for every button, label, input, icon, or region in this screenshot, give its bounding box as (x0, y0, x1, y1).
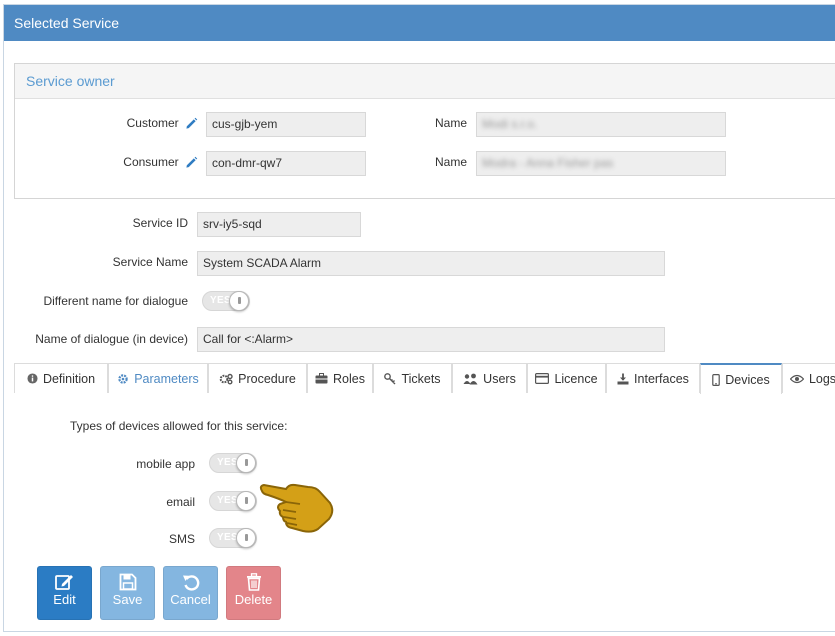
key-icon (384, 372, 396, 384)
edit-button-label: Edit (53, 592, 76, 607)
tab-label: Interfaces (634, 371, 689, 386)
customer-name-field[interactable]: Modi s.r.o. (476, 112, 726, 137)
tab-definition[interactable]: Definition (14, 363, 108, 393)
tab-label: Users (483, 371, 516, 386)
download-icon (617, 373, 629, 384)
selected-service-panel: Selected Service Service owner Customer … (3, 4, 835, 632)
users-icon (463, 373, 478, 384)
consumer-field[interactable]: con-dmr-qw7 (206, 151, 366, 176)
cancel-button[interactable]: Cancel (163, 566, 218, 620)
mobile-icon (712, 373, 721, 386)
tab-label: Parameters (134, 371, 199, 386)
device-sms-toggle[interactable]: YES (209, 528, 257, 548)
info-icon (27, 373, 38, 384)
customer-name-label: Name (434, 116, 467, 130)
toggle-knob (236, 491, 256, 511)
consumer-name-label: Name (434, 155, 467, 169)
tab-label: Roles (333, 371, 365, 386)
delete-button-label: Delete (234, 592, 273, 607)
consumer-name-value: Modra - Anna Fisher pas (482, 156, 614, 170)
eye-icon (789, 374, 804, 383)
device-mobile-app-toggle[interactable]: YES (209, 453, 257, 473)
tab-label: Definition (42, 371, 96, 386)
tab-tickets[interactable]: Tickets (373, 363, 452, 393)
tab-devices[interactable]: Devices (700, 363, 782, 394)
service-id-field[interactable]: srv-iy5-sqd (197, 212, 361, 237)
toggle-knob (236, 453, 256, 473)
consumer-label: Consumer (123, 155, 179, 169)
tab-label: Logs (808, 371, 835, 386)
tab-label: Procedure (238, 371, 296, 386)
device-mobile-app-toggle-text: YES (217, 457, 238, 468)
device-email-toggle-text: YES (217, 495, 238, 506)
service-owner-title: Service owner (15, 64, 835, 99)
save-button[interactable]: Save (100, 566, 155, 620)
cogs-icon (219, 373, 233, 384)
tab-label: Licence (554, 371, 598, 386)
service-id-label: Service ID (132, 216, 188, 230)
consumer-name-field[interactable]: Modra - Anna Fisher pas (476, 151, 726, 176)
tab-bar: Definition Parameters Procedure Roles Ti… (14, 363, 835, 394)
delete-button[interactable]: Delete (226, 566, 281, 620)
different-name-toggle[interactable]: YES (202, 291, 250, 311)
device-sms-label: SMS (168, 532, 195, 546)
customer-edit-pencil-icon[interactable] (185, 117, 198, 130)
toggle-knob (236, 528, 256, 548)
briefcase-icon (315, 373, 328, 384)
undo-icon (182, 575, 199, 591)
device-sms-toggle-text: YES (217, 532, 238, 543)
consumer-label-row: Consumer (75, 150, 198, 174)
dialogue-name-label: Name of dialogue (in device) (35, 332, 188, 346)
tab-licence[interactable]: Licence (527, 363, 606, 393)
service-name-field[interactable]: System SCADA Alarm (197, 251, 665, 276)
edit-button[interactable]: Edit (37, 566, 92, 620)
tab-parameters[interactable]: Parameters (108, 363, 208, 393)
customer-name-value: Modi s.r.o. (482, 117, 538, 131)
tab-interfaces[interactable]: Interfaces (606, 363, 700, 393)
device-email-label: email (166, 495, 195, 509)
tab-logs[interactable]: Logs (782, 363, 835, 393)
tab-roles[interactable]: Roles (307, 363, 373, 393)
pointing-hand-icon (259, 483, 334, 533)
customer-label-row: Customer (75, 111, 198, 135)
floppy-icon (119, 573, 136, 591)
edit-icon (54, 575, 73, 590)
service-name-label: Service Name (112, 255, 188, 269)
customer-field[interactable]: cus-gjb-yem (206, 112, 366, 137)
service-owner-box: Service owner Customer cus-gjb-yem Name … (14, 63, 835, 199)
device-email-toggle[interactable]: YES (209, 491, 257, 511)
trash-icon (246, 573, 261, 591)
different-name-toggle-text: YES (210, 295, 231, 306)
different-name-label: Different name for dialogue (43, 294, 188, 308)
panel-header: Selected Service (4, 5, 835, 41)
device-mobile-app-label: mobile app (136, 457, 195, 471)
customer-label: Customer (126, 116, 179, 130)
dialogue-name-field[interactable]: Call for <:Alarm> (197, 327, 665, 352)
consumer-edit-pencil-icon[interactable] (185, 156, 198, 169)
gear-icon (118, 373, 128, 384)
tab-label: Tickets (401, 371, 441, 386)
save-button-label: Save (112, 592, 143, 607)
tab-procedure[interactable]: Procedure (208, 363, 307, 393)
cancel-button-label: Cancel (170, 592, 211, 607)
tab-users[interactable]: Users (452, 363, 527, 393)
devices-heading: Types of devices allowed for this servic… (70, 419, 288, 433)
toggle-knob (229, 291, 249, 311)
card-icon (535, 373, 550, 384)
tab-label: Devices (725, 372, 770, 387)
